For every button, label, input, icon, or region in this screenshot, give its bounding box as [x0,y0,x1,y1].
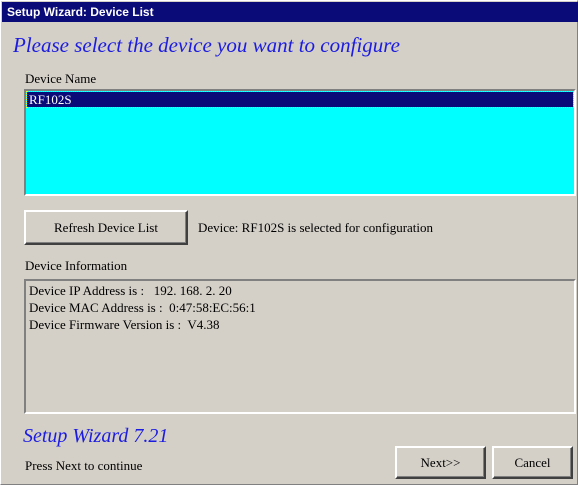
cancel-button[interactable]: Cancel [492,446,573,479]
page-headline: Please select the device you want to con… [13,33,401,57]
device-list-item[interactable]: RF102S [26,91,574,108]
window-title: Setup Wizard: Device List [2,2,578,22]
device-listbox[interactable]: RF102S [24,89,576,196]
footer-hint-text: Press Next to continue [25,458,143,473]
device-name-label: Device Name [25,71,97,86]
device-information-box: Device IP Address is : 192. 168. 2. 20 D… [24,279,576,414]
next-button[interactable]: Next>> [395,446,486,479]
device-firmware-line: Device Firmware Version is : V4.38 [29,317,220,332]
device-information-label: Device Information [25,258,128,273]
device-ip-line: Device IP Address is : 192. 168. 2. 20 [29,283,232,298]
refresh-device-list-button[interactable]: Refresh Device List [24,210,188,245]
wizard-version-text: Setup Wizard 7.21 [23,425,169,447]
wizard-window: Setup Wizard: Device List Please select … [0,0,578,485]
device-mac-line: Device MAC Address is : 0:47:58:EC:56:1 [29,300,256,315]
selection-status-text: Device: RF102S is selected for configura… [198,220,434,235]
